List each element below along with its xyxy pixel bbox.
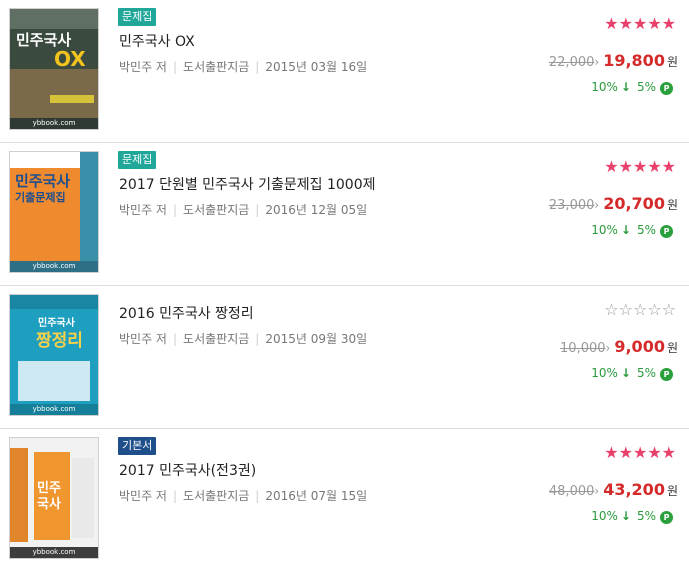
category-badge: 문제집 <box>118 151 157 169</box>
original-price: 22,000 <box>548 55 595 70</box>
sale-price: 43,200 <box>603 480 665 499</box>
currency-label: 원 <box>666 341 678 355</box>
book-title[interactable]: 2017 민주국사(전3권) <box>119 460 256 480</box>
original-price: 23,000 <box>548 198 595 213</box>
star-icon: ★★★★★ <box>604 443 676 462</box>
arrow-down-icon: ↓ <box>620 509 631 523</box>
book-meta: 박민주 저 | 도서출판지금 | 2016년 07월 15일 <box>119 489 368 503</box>
book-cover[interactable]: 민주국사 기출문제집 ybbook.com <box>9 151 99 273</box>
discount-reward: 10% ↓ 5% P <box>591 366 673 381</box>
cover-title: 민주국사 <box>38 318 75 329</box>
point-icon: P <box>660 368 673 381</box>
discount-reward: 10% ↓ 5% P <box>591 509 673 524</box>
arrow-right-icon: › <box>594 198 600 212</box>
category-badge: 문제집 <box>118 8 157 26</box>
star-outline-icon: ☆☆☆☆☆ <box>604 300 676 319</box>
book-cover[interactable]: 민주 국사 ybbook.com <box>9 437 99 559</box>
book-title[interactable]: 2017 단원별 민주국사 기출문제집 1000제 <box>119 174 376 194</box>
point-icon: P <box>660 225 673 238</box>
price-block: 23,000› 20,700 원 <box>549 194 678 213</box>
currency-label: 원 <box>666 55 678 69</box>
publish-date: 2015년 03월 16일 <box>265 60 368 74</box>
publisher[interactable]: 도서출판지금 <box>183 60 249 74</box>
author[interactable]: 박민주 저 <box>119 203 167 217</box>
sale-price: 20,700 <box>603 194 665 213</box>
sale-price: 9,000 <box>614 337 665 356</box>
discount-rate: 10% <box>591 80 618 94</box>
author[interactable]: 박민주 저 <box>119 489 167 503</box>
point-rate: 5% <box>636 223 656 237</box>
cover-title: 민주국사 <box>15 172 71 190</box>
cover-publisher: ybbook.com <box>10 261 98 272</box>
point-rate: 5% <box>636 509 656 523</box>
list-item[interactable]: 민주국사 OX ybbook.com 문제집 민주국사 OX 박민주 저 | 도서출… <box>0 0 689 143</box>
star-icon: ★★★★★ <box>604 157 676 176</box>
list-item[interactable]: 민주국사 기출문제집 ybbook.com 문제집 2017 단원별 민주국사 … <box>0 143 689 286</box>
cover-subtitle: OX <box>54 47 86 71</box>
original-price: 10,000 <box>560 341 606 356</box>
book-meta: 박민주 저 | 도서출판지금 | 2015년 09월 30일 <box>119 332 368 346</box>
rating-stars: ★★★★★ <box>604 159 676 175</box>
rating-stars: ★★★★★ <box>604 445 676 461</box>
cover-subtitle: 짱정리 <box>36 331 83 351</box>
book-title[interactable]: 민주국사 OX <box>119 31 195 51</box>
book-list: 민주국사 OX ybbook.com 문제집 민주국사 OX 박민주 저 | 도서출… <box>0 0 689 572</box>
point-rate: 5% <box>636 80 656 94</box>
cover-subtitle: 국사 <box>37 497 61 512</box>
publisher[interactable]: 도서출판지금 <box>183 489 249 503</box>
original-price: 48,000 <box>548 484 595 499</box>
discount-reward: 10% ↓ 5% P <box>591 223 673 238</box>
arrow-down-icon: ↓ <box>620 366 631 380</box>
point-rate: 5% <box>636 366 656 380</box>
book-meta: 박민주 저 | 도서출판지금 | 2016년 12월 05일 <box>119 203 368 217</box>
discount-rate: 10% <box>591 223 618 237</box>
book-cover[interactable]: 민주국사 OX ybbook.com <box>9 8 99 130</box>
list-item[interactable]: 민주 국사 ybbook.com 기본서 2017 민주국사(전3권) 박민주 … <box>0 429 689 572</box>
publish-date: 2016년 12월 05일 <box>265 203 368 217</box>
star-icon: ★★★★★ <box>604 14 676 33</box>
point-icon: P <box>660 82 673 95</box>
list-item[interactable]: 민주국사 짱정리 ybbook.com 2016 민주국사 짱정리 박민주 저 |… <box>0 286 689 429</box>
arrow-right-icon: › <box>594 484 600 498</box>
cover-publisher: ybbook.com <box>10 404 98 415</box>
category-badge: 기본서 <box>118 437 157 455</box>
sale-price: 19,800 <box>603 51 665 70</box>
cover-subtitle: 기출문제집 <box>15 191 66 204</box>
cover-publisher: ybbook.com <box>10 547 98 558</box>
rating-stars: ☆☆☆☆☆ <box>604 302 676 318</box>
discount-rate: 10% <box>591 509 618 523</box>
arrow-down-icon: ↓ <box>620 223 631 237</box>
discount-reward: 10% ↓ 5% P <box>591 80 673 95</box>
price-block: 48,000› 43,200 원 <box>549 480 678 499</box>
publisher[interactable]: 도서출판지금 <box>183 332 249 346</box>
author[interactable]: 박민주 저 <box>119 60 167 74</box>
currency-label: 원 <box>666 484 678 498</box>
book-meta: 박민주 저 | 도서출판지금 | 2015년 03월 16일 <box>119 60 368 74</box>
point-icon: P <box>660 511 673 524</box>
arrow-right-icon: › <box>605 341 611 355</box>
book-cover[interactable]: 민주국사 짱정리 ybbook.com <box>9 294 99 416</box>
currency-label: 원 <box>666 198 678 212</box>
price-block: 22,000› 19,800 원 <box>549 51 678 70</box>
cover-title: 민주 <box>37 481 61 496</box>
price-block: 10,000› 9,000 원 <box>560 337 678 356</box>
publish-date: 2015년 09월 30일 <box>265 332 368 346</box>
publish-date: 2016년 07월 15일 <box>265 489 368 503</box>
arrow-right-icon: › <box>594 55 600 69</box>
discount-rate: 10% <box>591 366 618 380</box>
rating-stars: ★★★★★ <box>604 16 676 32</box>
cover-publisher: ybbook.com <box>10 118 98 129</box>
arrow-down-icon: ↓ <box>620 80 631 94</box>
book-title[interactable]: 2016 민주국사 짱정리 <box>119 303 254 323</box>
author[interactable]: 박민주 저 <box>119 332 167 346</box>
publisher[interactable]: 도서출판지금 <box>183 203 249 217</box>
